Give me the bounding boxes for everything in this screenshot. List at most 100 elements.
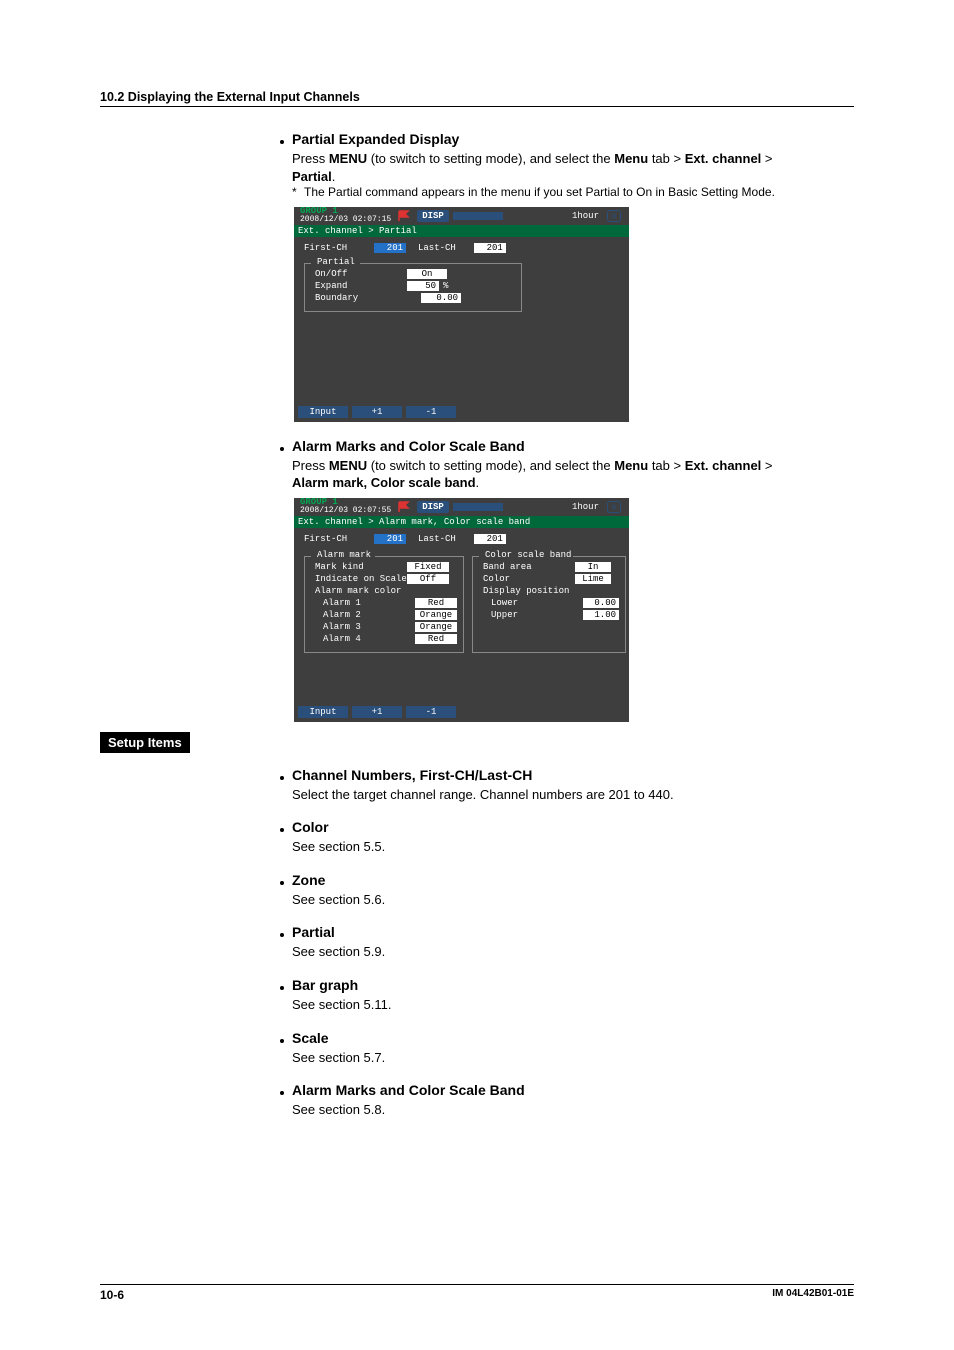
camera-icon: ◎ <box>607 210 621 222</box>
upper-value[interactable]: 1.00 <box>583 610 619 620</box>
setup-scale-title: Scale <box>292 1030 329 1046</box>
plus1-button[interactable]: +1 <box>352 406 402 418</box>
boundary-value[interactable]: 0.00 <box>421 293 461 303</box>
screenshot-titlebar: GROUP 1 2008/12/03 02:07:55 DISP 1hour ◎ <box>294 498 629 516</box>
fieldset-legend: Color scale band <box>481 550 575 560</box>
time-range: 1hour <box>572 502 599 512</box>
color-label: Color <box>483 574 575 584</box>
bullet-dot <box>280 447 284 451</box>
bullet-dot <box>280 140 284 144</box>
last-ch-value[interactable]: 201 <box>474 243 506 253</box>
lower-value[interactable]: 0.00 <box>583 598 619 608</box>
bullet-dot <box>280 881 284 885</box>
alarm1-value[interactable]: Red <box>415 598 457 608</box>
alarm-title: Alarm Marks and Color Scale Band <box>292 438 525 454</box>
partial-title: Partial Expanded Display <box>292 131 459 147</box>
setup-color-title: Color <box>292 819 329 835</box>
alarm-paragraph: Press MENU (to switch to setting mode), … <box>292 457 854 492</box>
section-header: 10.2 Displaying the External Input Chann… <box>100 90 854 107</box>
page-number: 10-6 <box>100 1288 124 1302</box>
timestamp: 2008/12/03 02:07:55 <box>294 507 391 515</box>
setup-alarm-title: Alarm Marks and Color Scale Band <box>292 1082 525 1098</box>
camera-icon: ◎ <box>607 501 621 513</box>
bullet-dot <box>280 828 284 832</box>
page-footer: 10-6 IM 04L42B01-01E <box>100 1284 854 1302</box>
flag-icon <box>397 501 411 513</box>
screenshot-partial: GROUP 1 2008/12/03 02:07:15 DISP 1hour ◎… <box>294 207 629 422</box>
alarm1-label: Alarm 1 <box>315 598 415 608</box>
progress-bar <box>453 212 503 220</box>
first-ch-label: First-CH <box>304 243 374 253</box>
setup-channel-body: Select the target channel range. Channel… <box>292 786 854 804</box>
minus1-button[interactable]: -1 <box>406 706 456 718</box>
setup-items-heading: Setup Items <box>100 732 190 753</box>
mark-kind-label: Mark kind <box>315 562 407 572</box>
first-ch-value[interactable]: 201 <box>374 243 406 253</box>
input-button[interactable]: Input <box>298 406 348 418</box>
setup-bargraph-body: See section 5.11. <box>292 996 854 1014</box>
partial-paragraph: Press MENU (to switch to setting mode), … <box>292 150 854 185</box>
alarm2-label: Alarm 2 <box>315 610 415 620</box>
screenshot-titlebar: GROUP 1 2008/12/03 02:07:15 DISP 1hour ◎ <box>294 207 629 225</box>
alarm-mark-fieldset: Alarm mark Mark kindFixed Indicate on Sc… <box>304 556 464 653</box>
display-position-label: Display position <box>483 586 575 596</box>
setup-partial-body: See section 5.9. <box>292 943 854 961</box>
alarm3-label: Alarm 3 <box>315 622 415 632</box>
setup-scale-body: See section 5.7. <box>292 1049 854 1067</box>
setup-channel-title: Channel Numbers, First-CH/Last-CH <box>292 767 532 783</box>
alarm-mark-color-label: Alarm mark color <box>315 586 407 596</box>
setup-alarm-body: See section 5.8. <box>292 1101 854 1119</box>
color-value[interactable]: Lime <box>575 574 611 584</box>
indicate-scale-label: Indicate on Scale <box>315 574 407 584</box>
input-button[interactable]: Input <box>298 706 348 718</box>
expand-unit: % <box>443 281 448 291</box>
last-ch-label: Last-CH <box>418 534 456 544</box>
plus1-button[interactable]: +1 <box>352 706 402 718</box>
partial-fieldset: Partial On/OffOn Expand50% Boundary0.00 <box>304 263 522 312</box>
time-range: 1hour <box>572 211 599 221</box>
alarm4-label: Alarm 4 <box>315 634 415 644</box>
onoff-value[interactable]: On <box>407 269 447 279</box>
screenshot-alarm: GROUP 1 2008/12/03 02:07:55 DISP 1hour ◎… <box>294 498 629 722</box>
disp-badge: DISP <box>417 501 449 513</box>
onoff-label: On/Off <box>315 269 407 279</box>
document-id: IM 04L42B01-01E <box>772 1288 854 1302</box>
indicate-scale-value[interactable]: Off <box>407 574 449 584</box>
screenshot-footer: Input +1 -1 <box>294 703 629 722</box>
screenshot-footer: Input +1 -1 <box>294 403 629 422</box>
bullet-dot <box>280 776 284 780</box>
setup-bargraph-title: Bar graph <box>292 977 358 993</box>
alarm4-value[interactable]: Red <box>415 634 457 644</box>
setup-color-body: See section 5.5. <box>292 838 854 856</box>
last-ch-label: Last-CH <box>418 243 456 253</box>
progress-bar <box>453 503 503 511</box>
fieldset-legend: Alarm mark <box>313 550 375 560</box>
alarm2-value[interactable]: Orange <box>415 610 457 620</box>
partial-note: *The Partial command appears in the menu… <box>292 185 854 201</box>
mark-kind-value[interactable]: Fixed <box>407 562 449 572</box>
setup-partial-title: Partial <box>292 924 335 940</box>
setup-zone-title: Zone <box>292 872 325 888</box>
fieldset-legend: Partial <box>313 257 359 267</box>
first-ch-label: First-CH <box>304 534 374 544</box>
timestamp: 2008/12/03 02:07:15 <box>294 216 391 224</box>
setup-zone-body: See section 5.6. <box>292 891 854 909</box>
minus1-button[interactable]: -1 <box>406 406 456 418</box>
lower-label: Lower <box>483 598 583 608</box>
alarm3-value[interactable]: Orange <box>415 622 457 632</box>
disp-badge: DISP <box>417 210 449 222</box>
last-ch-value[interactable]: 201 <box>474 534 506 544</box>
bullet-dot <box>280 1091 284 1095</box>
expand-value[interactable]: 50 <box>407 281 439 291</box>
first-ch-value[interactable]: 201 <box>374 534 406 544</box>
breadcrumb: Ext. channel > Partial <box>294 225 629 237</box>
band-area-value[interactable]: In <box>575 562 611 572</box>
boundary-label: Boundary <box>315 293 407 303</box>
bullet-dot <box>280 1039 284 1043</box>
bullet-dot <box>280 933 284 937</box>
bullet-dot <box>280 986 284 990</box>
flag-icon <box>397 210 411 222</box>
color-scale-band-fieldset: Color scale band Band areaIn ColorLime D… <box>472 556 626 653</box>
breadcrumb: Ext. channel > Alarm mark, Color scale b… <box>294 516 629 528</box>
upper-label: Upper <box>483 610 583 620</box>
